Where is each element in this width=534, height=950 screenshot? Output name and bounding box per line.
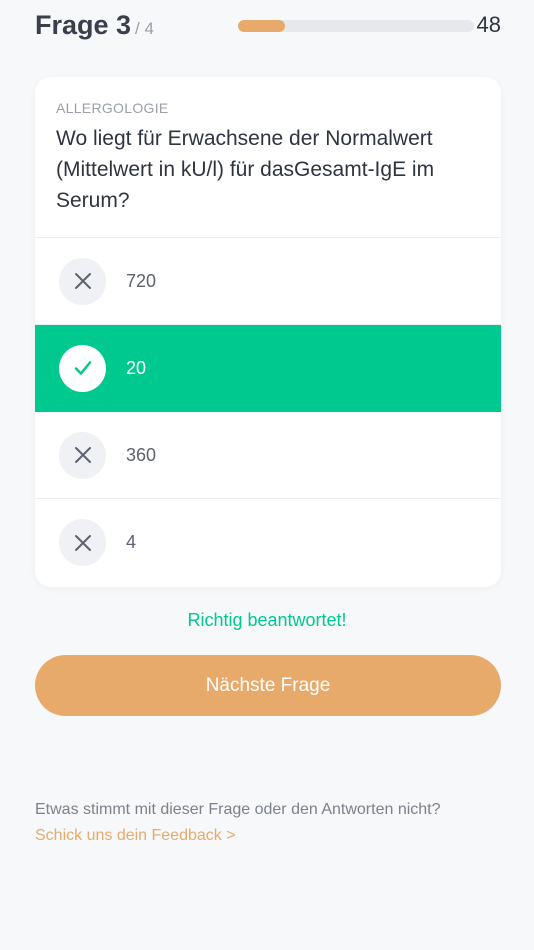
feedback-prompt: Etwas stimmt mit dieser Frage oder den A…	[35, 801, 441, 818]
check-icon	[59, 344, 106, 392]
progress-fill	[238, 20, 286, 32]
question-header: ALLERGOLOGIE Wo liegt für Erwachsene der…	[35, 77, 501, 238]
answer-label: 720	[126, 270, 157, 291]
quiz-header: Frage 3/ 4 48	[35, 10, 501, 44]
timer: 48	[476, 12, 501, 37]
x-icon	[59, 431, 106, 479]
answer-option[interactable]: 360	[35, 412, 501, 499]
x-icon	[59, 257, 106, 305]
x-icon	[59, 519, 106, 566]
question-total: / 4	[135, 19, 154, 38]
feedback-link[interactable]: Schick uns dein Feedback >	[35, 827, 236, 845]
answer-option-selected[interactable]: 20	[35, 325, 501, 412]
answer-label: 4	[126, 532, 137, 552]
answer-label: 360	[126, 444, 157, 465]
question-number: Frage 3	[35, 10, 132, 40]
question-counter: Frage 3/ 4	[35, 10, 154, 41]
question-text: Wo liegt für Erwachsene der Normalwert (…	[56, 127, 435, 212]
next-question-button[interactable]: Nächste Frage	[35, 655, 501, 716]
question-card: ALLERGOLOGIE Wo liegt für Erwachsene der…	[35, 77, 501, 587]
result-message: Richtig beantwortet!	[187, 610, 347, 630]
answer-label: 20	[126, 357, 147, 378]
category-label: ALLERGOLOGIE	[56, 100, 169, 116]
progress-bar	[238, 20, 474, 32]
answer-option[interactable]: 720	[35, 238, 501, 325]
answer-option[interactable]: 4	[35, 499, 501, 586]
